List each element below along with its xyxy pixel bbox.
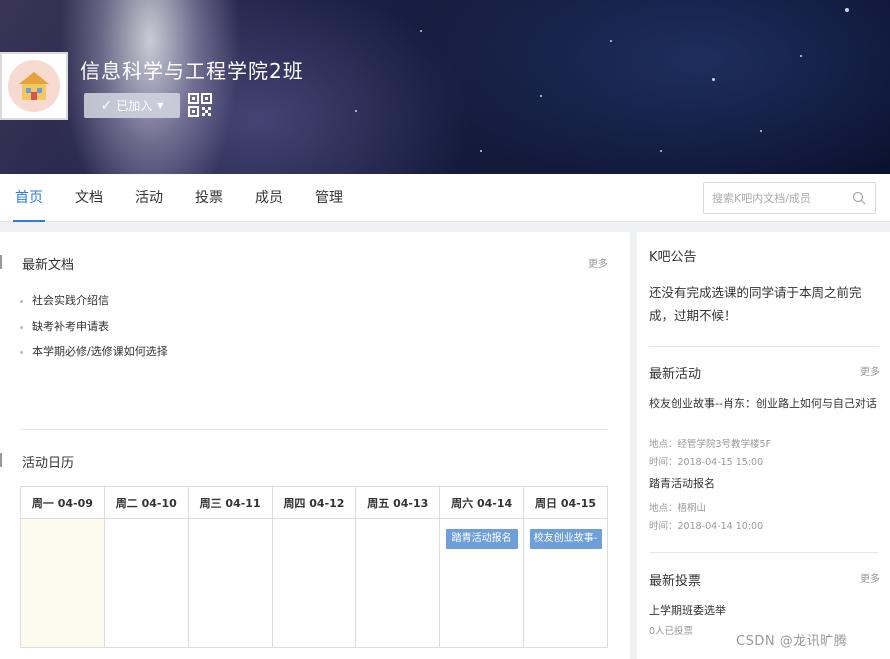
- latest-docs-title: 最新文档: [22, 258, 75, 273]
- tab-votes[interactable]: 投票: [195, 174, 223, 222]
- search-input[interactable]: [712, 189, 852, 207]
- calendar-day-header: 周四 04-12: [271, 485, 357, 520]
- search-box[interactable]: [703, 182, 876, 214]
- watermark: CSDN @龙讯旷腾: [736, 634, 848, 649]
- group-logo: [0, 52, 68, 120]
- star: [480, 150, 482, 152]
- calendar-day-header: 周一 04-09: [20, 485, 105, 520]
- activity-time: 时间：2018-04-14 10:00: [649, 521, 764, 532]
- section-marker: [0, 453, 2, 467]
- sidebar-divider: [649, 552, 879, 553]
- group-name: 信息科学与工程学院2班: [80, 59, 304, 83]
- check-icon: ✓: [100, 97, 113, 114]
- calendar-title: 活动日历: [22, 456, 75, 471]
- activity-calendar: 周一 04-09 周二 04-10 周三 04-11 周四 04-12 周五 0…: [20, 485, 608, 648]
- house-icon: [8, 60, 60, 112]
- star: [800, 55, 802, 57]
- qr-code-icon[interactable]: [188, 93, 212, 117]
- calendar-day-header: 周五 04-13: [355, 485, 441, 520]
- doc-item[interactable]: 缺考补考申请表: [20, 318, 109, 334]
- star: [420, 30, 422, 32]
- calendar-day-header: 周三 04-11: [187, 485, 273, 520]
- notice-title: K吧公告: [649, 250, 697, 265]
- vote-count: 0人已投票: [649, 626, 694, 637]
- tab-docs[interactable]: 文档: [75, 174, 103, 222]
- tab-members[interactable]: 成员: [255, 174, 283, 222]
- section-divider: [20, 429, 608, 430]
- calendar-cell-today[interactable]: [20, 518, 105, 648]
- star: [610, 40, 612, 42]
- docs-more-link[interactable]: 更多: [588, 255, 608, 270]
- doc-item[interactable]: 社会实践介绍信: [20, 292, 109, 308]
- activity-time: 时间：2018-04-15 15:00: [649, 457, 764, 468]
- votes-more-link[interactable]: 更多: [860, 570, 880, 585]
- star: [845, 8, 849, 12]
- caret-down-icon: ▼: [157, 101, 164, 110]
- sidebar-divider: [649, 346, 879, 347]
- group-nav: 首页 文档 活动 投票 成员 管理: [0, 174, 890, 222]
- notice-text: 还没有完成选课的同学请于本周之前完成，过期不候！: [649, 285, 862, 323]
- activities-more-link[interactable]: 更多: [860, 363, 880, 378]
- group-banner: 信息科学与工程学院2班 ✓ 已加入 ▼: [0, 0, 890, 174]
- tab-home[interactable]: 首页: [13, 174, 45, 222]
- activity-location: 地点：梧桐山: [649, 503, 707, 514]
- star: [760, 130, 762, 132]
- right-sidebar: K吧公告 还没有完成选课的同学请于本周之前完成，过期不候！ 最新活动 更多 校友…: [637, 232, 890, 659]
- vote-title-link[interactable]: 上学期班委选举: [649, 603, 879, 619]
- section-marker: [0, 255, 2, 269]
- calendar-event[interactable]: 校友创业故事-: [529, 529, 602, 550]
- latest-activities-title: 最新活动: [649, 367, 702, 382]
- activity-title-link[interactable]: 校友创业故事--肖东：创业路上如何与自己对话: [649, 396, 879, 412]
- calendar-cell[interactable]: 踏青活动报名: [439, 518, 525, 648]
- star: [712, 78, 715, 81]
- bullet-icon: [20, 325, 23, 329]
- calendar-cell[interactable]: [355, 518, 441, 648]
- joined-label: 已加入: [116, 99, 153, 113]
- calendar-cell[interactable]: 校友创业故事-: [523, 518, 608, 648]
- calendar-day-header: 周二 04-10: [103, 485, 189, 520]
- doc-item[interactable]: 本学期必修/选修课如何选择: [20, 343, 168, 359]
- star: [355, 110, 357, 112]
- calendar-cell[interactable]: [271, 518, 357, 648]
- bullet-icon: [20, 299, 23, 303]
- search-icon[interactable]: [852, 191, 866, 205]
- doc-item-label: 缺考补考申请表: [32, 320, 109, 333]
- star: [540, 95, 542, 97]
- main-panel: 最新文档 更多 社会实践介绍信 缺考补考申请表 本学期必修/选修课如何选择 活动…: [0, 232, 630, 659]
- doc-item-label: 社会实践介绍信: [32, 294, 109, 307]
- latest-votes-title: 最新投票: [649, 574, 702, 589]
- doc-item-label: 本学期必修/选修课如何选择: [32, 345, 168, 358]
- tab-activities[interactable]: 活动: [135, 174, 163, 222]
- activity-title-link[interactable]: 踏青活动报名: [649, 476, 879, 492]
- calendar-event[interactable]: 踏青活动报名: [445, 529, 518, 550]
- calendar-day-header: 周六 04-14: [439, 485, 525, 520]
- activity-location: 地点：经管学院3号教学楼5F: [649, 439, 772, 450]
- calendar-cell[interactable]: [187, 518, 273, 648]
- star: [660, 150, 662, 152]
- bullet-icon: [20, 350, 23, 354]
- joined-button[interactable]: ✓ 已加入 ▼: [84, 93, 180, 118]
- tab-manage[interactable]: 管理: [315, 174, 343, 222]
- calendar-day-header: 周日 04-15: [523, 485, 608, 520]
- calendar-cell[interactable]: [103, 518, 189, 648]
